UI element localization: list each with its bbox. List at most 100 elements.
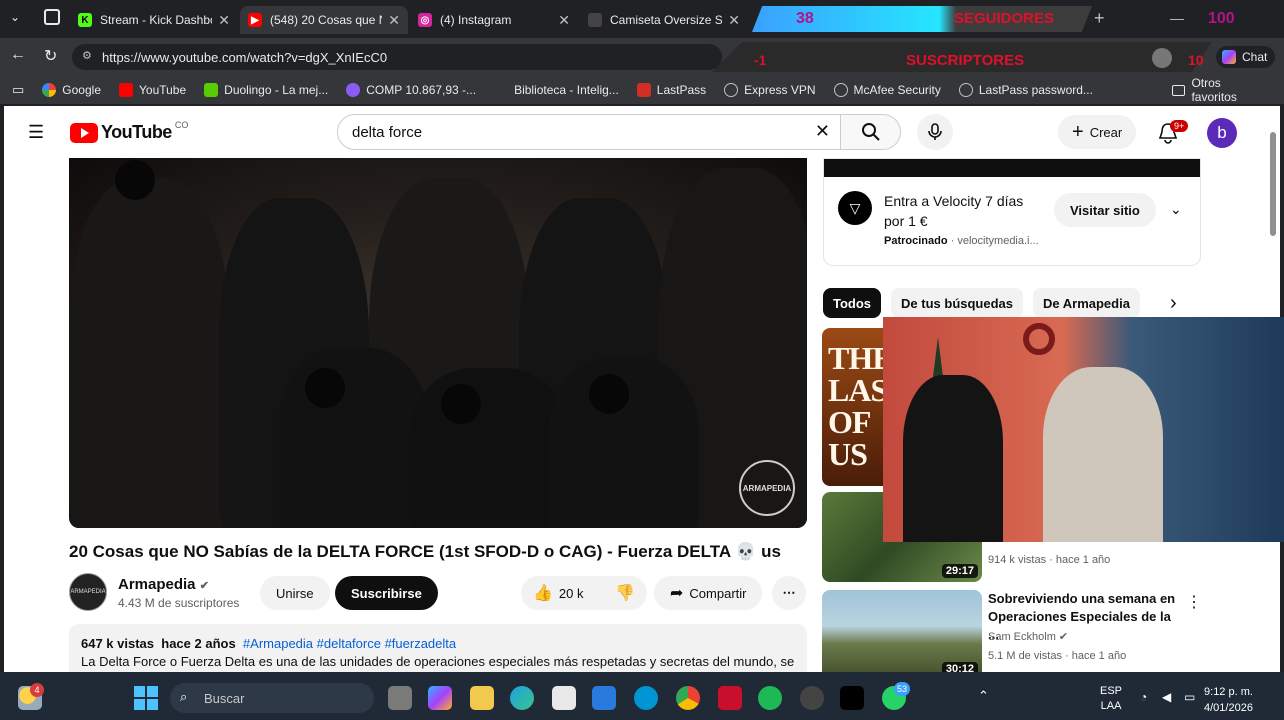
hp-icon[interactable] — [634, 686, 658, 710]
globe-icon — [724, 83, 739, 97]
youtube-logo[interactable]: YouTube CO — [70, 120, 188, 143]
bookmark-biblioteca[interactable]: Biblioteca - Intelig... — [494, 83, 619, 97]
tab-close-icon[interactable]: ✕ — [558, 12, 570, 29]
store-icon[interactable] — [552, 686, 576, 710]
scrollbar-thumb[interactable] — [1270, 132, 1276, 236]
bookmark-label: LastPass — [656, 83, 707, 97]
bookmark-google[interactable]: Google — [42, 83, 101, 97]
search-value: delta force — [352, 123, 423, 141]
dislike-icon[interactable]: 👎 — [615, 583, 635, 603]
spotify-icon[interactable] — [758, 686, 782, 710]
like-count[interactable]: 20 k — [559, 586, 584, 601]
share-button[interactable]: ➦ Compartir — [654, 576, 763, 610]
tab-camiseta[interactable]: Camiseta Oversize Silen ✕ — [580, 6, 748, 34]
chip-armapedia[interactable]: De Armapedia — [1033, 288, 1140, 318]
tab-kick[interactable]: K Stream - Kick Dashboard ✕ — [70, 6, 238, 34]
bookmark-otros-favoritos[interactable]: Otros favoritos — [1172, 76, 1266, 104]
censored-face — [589, 374, 629, 414]
tab-close-icon[interactable]: ✕ — [728, 12, 740, 29]
sponsored-ad[interactable]: ▽ Entra a Velocity 7 días por 1 € Patroc… — [823, 158, 1201, 266]
sponsored-label: Patrocinado — [884, 235, 948, 247]
like-icon[interactable]: 👍 — [533, 583, 553, 603]
menu-icon[interactable]: ☰ — [28, 122, 44, 143]
reload-icon[interactable]: ↻ — [44, 46, 57, 66]
create-button[interactable]: + Crear — [1058, 115, 1137, 149]
clear-search-icon[interactable]: ✕ — [815, 121, 830, 142]
bookmark-youtube[interactable]: YouTube — [119, 83, 186, 97]
tab-title: (548) 20 Cosas que NO — [270, 13, 382, 27]
rec-thumbnail-3[interactable]: 30:12 — [822, 590, 982, 672]
edge-icon[interactable] — [510, 686, 534, 710]
bookmark-mcafee[interactable]: McAfee Security — [833, 83, 941, 97]
tab-youtube[interactable]: ▶ (548) 20 Cosas que NO ✕ — [240, 6, 408, 34]
visit-site-button[interactable]: Visitar sitio — [1054, 193, 1156, 227]
tab-strip: ⌄ K Stream - Kick Dashboard ✕ ▶ (548) 20… — [0, 0, 1284, 38]
search-input[interactable]: delta force ✕ — [337, 114, 841, 150]
tray-chevron-up-icon[interactable]: ⌃ — [978, 688, 989, 704]
channel-name[interactable]: Armapedia ✔ — [118, 576, 209, 593]
bookmarks-bar: ▭ Google YouTube Duolingo - La mej... CO… — [0, 76, 1284, 104]
chevron-down-icon[interactable]: ⌄ — [1170, 201, 1182, 218]
voice-search-button[interactable] — [917, 114, 953, 150]
subscribe-button[interactable]: Suscribirse — [335, 576, 438, 610]
join-button[interactable]: Unirse — [260, 576, 330, 610]
youtube-wordmark: YouTube — [101, 122, 172, 142]
file-explorer-icon[interactable] — [470, 686, 494, 710]
account-avatar[interactable]: b — [1207, 118, 1237, 148]
bookmark-comp[interactable]: COMP 10.867,93 -... — [346, 83, 476, 97]
notification-badge: 9+ — [1170, 120, 1189, 132]
site-info-icon[interactable]: ⚙ — [82, 49, 92, 62]
channel-avatar[interactable]: ARMAPEDIA — [69, 573, 107, 611]
back-icon[interactable]: ← — [10, 46, 26, 64]
tab-close-icon[interactable]: ✕ — [218, 12, 230, 29]
description-box[interactable]: 647 k vistas hace 2 años #Armapedia #del… — [69, 624, 807, 672]
video-title: 20 Cosas que NO Sabías de la DELTA FORCE… — [69, 542, 781, 561]
copilot-icon[interactable] — [428, 686, 452, 710]
windows-start-icon[interactable] — [134, 686, 158, 710]
taskbar-clock[interactable]: 9:12 p. m. 4/01/2026 — [1204, 684, 1253, 716]
tiktok-icon[interactable] — [840, 686, 864, 710]
more-actions-button[interactable]: ⋯ — [772, 576, 806, 610]
battery-icon[interactable]: ▭ — [1184, 690, 1195, 704]
weather-badge: 4 — [30, 683, 44, 697]
bookmark-duolingo[interactable]: Duolingo - La mej... — [204, 83, 328, 97]
chip-todos[interactable]: Todos — [823, 288, 882, 318]
chat-button[interactable]: Chat — [1216, 46, 1276, 68]
volume-icon[interactable]: ◀ — [1162, 690, 1171, 704]
chip-busquedas[interactable]: De tus búsquedas — [891, 288, 1023, 318]
minimize-icon[interactable]: — — [1170, 10, 1184, 26]
chevron-right-icon[interactable]: › — [1170, 292, 1177, 315]
workspaces-icon[interactable] — [44, 9, 60, 25]
wifi-icon[interactable]: ◔ — [1140, 690, 1147, 704]
mcafee-icon[interactable] — [718, 686, 742, 710]
tab-search-icon[interactable]: ⌄ — [10, 10, 20, 24]
ad-banner-strip — [824, 159, 1200, 177]
profile-avatar[interactable] — [1152, 48, 1172, 68]
bookmark-lastpass[interactable]: LastPass — [636, 83, 707, 97]
rec-more-icon[interactable]: ⋮ — [1186, 592, 1202, 612]
bookmark-label: COMP 10.867,93 -... — [366, 83, 477, 97]
verified-icon: ✔ — [199, 580, 209, 592]
subscribe-label: Suscribirse — [351, 585, 422, 601]
chrome-icon[interactable] — [676, 686, 700, 710]
video-player[interactable]: ARMAPEDIA — [69, 158, 807, 528]
visit-site-label: Visitar sitio — [1070, 202, 1140, 218]
rec-channel[interactable]: Sam Eckholm ✔ — [988, 630, 1068, 643]
keyboard-layout: LAA — [1100, 700, 1122, 712]
language-indicator[interactable]: ESP LAA — [1100, 684, 1122, 714]
address-bar[interactable]: ⚙ https://www.youtube.com/watch?v=dgX_Xn… — [72, 44, 722, 70]
view-count: 647 k vistas — [81, 636, 155, 651]
new-tab-icon[interactable]: + — [1094, 8, 1105, 29]
taskbar-search[interactable]: ⌕ Buscar — [170, 683, 374, 713]
outlook-icon[interactable] — [592, 686, 616, 710]
apps-icon[interactable]: ▭ — [12, 82, 24, 98]
hashtags[interactable]: #Armapedia #deltaforce #fuerzadelta — [243, 636, 456, 651]
bookmark-expressvpn[interactable]: Express VPN — [724, 83, 816, 97]
task-view-icon[interactable] — [388, 686, 412, 710]
search-button[interactable] — [841, 114, 901, 150]
tab-instagram[interactable]: ◎ (4) Instagram ✕ — [410, 6, 578, 34]
obs-icon[interactable] — [800, 686, 824, 710]
bookmark-lastpass-password[interactable]: LastPass password... — [958, 83, 1093, 97]
blank-icon — [494, 83, 509, 97]
tab-close-icon[interactable]: ✕ — [388, 12, 400, 29]
